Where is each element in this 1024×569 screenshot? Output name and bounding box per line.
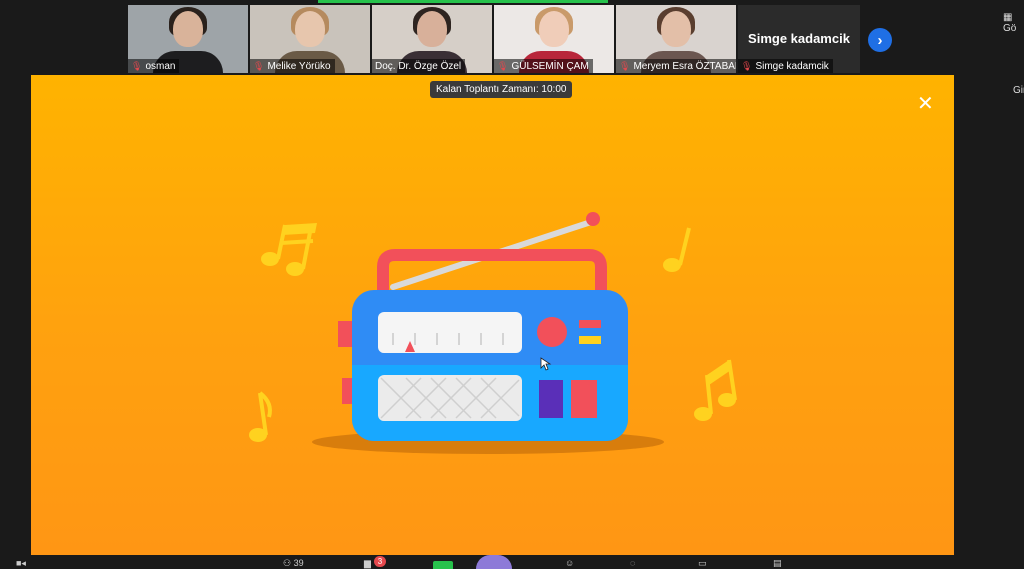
radio-side-knob-left-lower (342, 378, 352, 404)
participant-tile-3[interactable]: 🎙 GÜLSEMİN ÇAM (494, 5, 614, 73)
participant-name: Doç. Dr. Özge Özel (375, 60, 462, 72)
reactions-button[interactable]: ☺ (565, 558, 574, 569)
participant-name: Simge kadamcik (755, 60, 829, 72)
music-note-single-top-right (663, 227, 691, 272)
mic-muted-icon: 🎙 (253, 60, 265, 71)
participant-strip: 🎙 osman 🎙 Melike Yörükо Doç. Dr. Özge Öz… (128, 5, 862, 73)
participant-name: osman (145, 60, 176, 72)
participant-tile-2[interactable]: Doç. Dr. Özge Özel (372, 5, 492, 73)
participant-tile-0[interactable]: 🎙 osman (128, 5, 248, 73)
mic-muted-icon: 🎙 (131, 60, 143, 71)
participant-name-bar: 🎙 Simge kadamcik (738, 59, 833, 73)
radio-dial (378, 312, 522, 353)
video-camera-icon: ■◂ (16, 558, 26, 568)
radio-antenna-tip (586, 212, 600, 226)
avatar (417, 11, 447, 47)
radio-side-knob-left (338, 321, 352, 347)
participants-button[interactable]: ⚇ 39 (283, 558, 304, 569)
right-panel-text: Gir (1013, 85, 1024, 96)
close-button[interactable]: ✕ (917, 91, 934, 116)
music-note-double-left (261, 223, 317, 276)
avatar (661, 11, 691, 47)
notes-button[interactable]: ▤ (773, 558, 782, 569)
participants-icon: ⚇ (283, 558, 292, 568)
mic-muted-icon: 🎙 (497, 60, 509, 71)
reactions-icon: ☺ (565, 558, 575, 568)
music-note-double-bottom-right (694, 359, 737, 421)
participant-name-bar: 🎙 osman (128, 59, 180, 73)
mic-muted-icon: 🎙 (619, 60, 631, 71)
self-tile-big-name: Simge kadamcik (748, 31, 850, 46)
participant-name: Meryem Esra ÖZTABAK (633, 60, 736, 72)
avatar (539, 11, 569, 47)
radio-button-pink (571, 380, 597, 418)
chat-button[interactable]: ▆ 3 (364, 556, 386, 569)
radio-button-purple (539, 380, 563, 418)
chat-badge: 3 (374, 556, 386, 567)
whiteboard-button[interactable]: ▭ (698, 558, 707, 569)
whiteboard-icon: ▭ (698, 558, 707, 568)
shared-screen: Kalan Toplantı Zamanı: 10:00 ✕ (31, 75, 954, 555)
top-accent-bar (318, 0, 608, 3)
participant-name-bar: 🎙 GÜLSEMİN ÇAM (494, 59, 593, 73)
share-screen-button[interactable] (433, 561, 453, 569)
participant-name-bar: 🎙 Melike Yörükо (250, 59, 335, 73)
participants-count: 39 (293, 558, 304, 568)
chat-icon: ▆ (364, 558, 371, 568)
gallery-view-label: Gö (1003, 23, 1017, 34)
participant-name-bar: 🎙 Meryem Esra ÖZTABAK (616, 59, 736, 73)
participant-tile-1[interactable]: 🎙 Melike Yörükо (250, 5, 370, 73)
music-note-single-bottom-left (249, 391, 272, 442)
participant-name: GÜLSEMİN ÇAM (511, 60, 589, 72)
apps-button[interactable]: ◌ (630, 558, 635, 569)
notes-icon: ▤ (773, 558, 782, 568)
participant-tile-4[interactable]: 🎙 Meryem Esra ÖZTABAK (616, 5, 736, 73)
self-tile[interactable]: Simge kadamcik 🎙 Simge kadamcik (738, 5, 860, 73)
radio-volume-knob (537, 317, 567, 347)
next-page-button[interactable]: › (868, 28, 892, 52)
participant-name: Melike Yörükо (267, 60, 331, 72)
chevron-right-icon: › (877, 31, 883, 49)
mic-muted-icon: 🎙 (741, 60, 753, 71)
avatar (173, 11, 203, 47)
avatar (295, 11, 325, 47)
meeting-timer: Kalan Toplantı Zamanı: 10:00 (430, 81, 573, 98)
participant-name-bar: Doç. Dr. Özge Özel (372, 59, 466, 73)
close-icon: ✕ (917, 93, 934, 115)
radio-button-red (579, 320, 601, 328)
apps-icon: ◌ (630, 558, 636, 568)
meeting-toolbar: ■◂ ⚇ 39 ▆ 3 ☺ ◌ ▭ ▤ (0, 555, 1024, 569)
radio-button-yellow (579, 336, 601, 344)
gallery-view-button[interactable]: ▦ Gö (1003, 12, 1024, 34)
radio-illustration (249, 212, 737, 454)
record-button[interactable] (476, 555, 512, 569)
video-camera-button[interactable]: ■◂ (16, 558, 26, 569)
